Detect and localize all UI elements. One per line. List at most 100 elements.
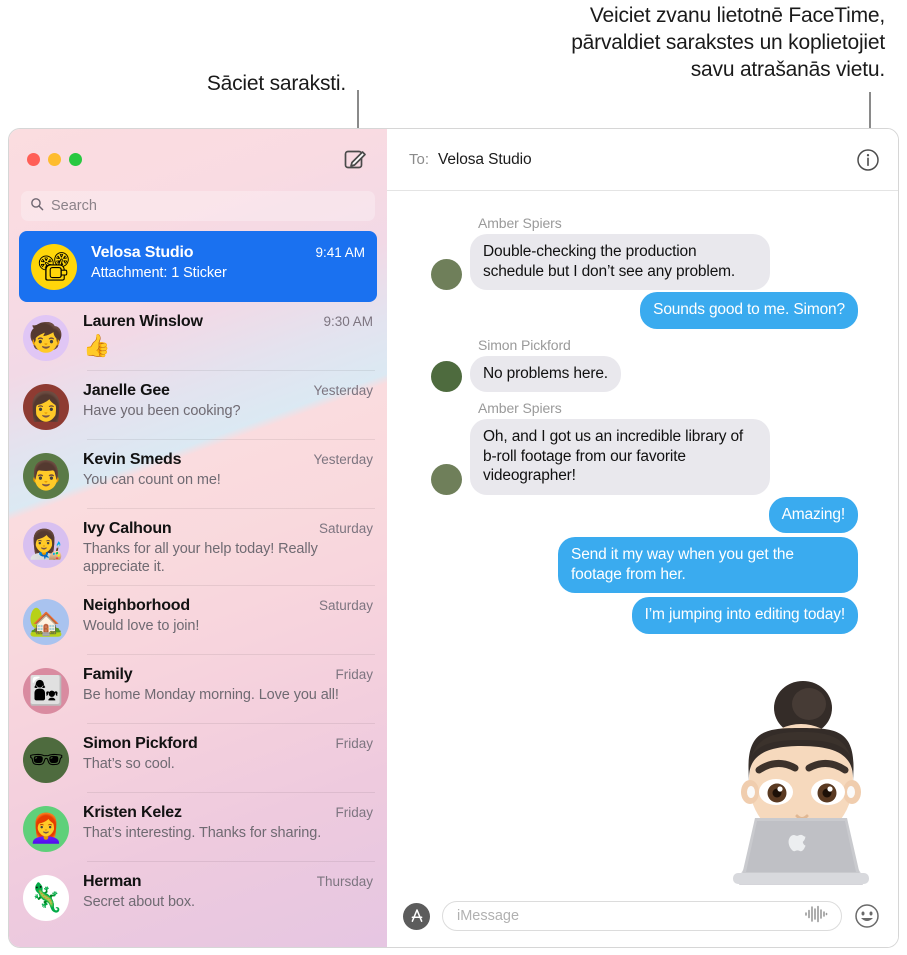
conversation-list-item[interactable]: 🕶 Simon Pickford Friday That’s so cool. [9, 724, 387, 793]
conversation-timestamp: 9:41 AM [315, 245, 365, 260]
incoming-message-group: Simon Pickford No problems here. [403, 336, 876, 392]
avatar: 👨 [23, 453, 69, 499]
conversation-item-body: Simon Pickford Friday That’s so cool. [83, 734, 373, 773]
avatar: 👩‍🎨 [23, 522, 69, 568]
conversation-name: Ivy Calhoun [83, 520, 172, 537]
close-button[interactable] [27, 153, 40, 166]
conversation-preview: Be home Monday morning. Love you all! [83, 687, 339, 703]
search-placeholder: Search [51, 198, 97, 214]
conversation-list-item[interactable]: 🏡 Neighborhood Saturday Would love to join! [9, 586, 387, 655]
conversation-timestamp: Thursday [316, 874, 373, 889]
conversation-list[interactable]: 📽 Velosa Studio 9:41 AM Attachment: 1 Stick… [9, 231, 387, 931]
conversation-timestamp: Friday [335, 667, 373, 682]
conversation-preview: That’s interesting. Thanks for sharing. [83, 825, 322, 841]
to-label: To: [409, 151, 430, 168]
zoom-button[interactable] [69, 153, 82, 166]
conversation-item-body: Velosa Studio 9:41 AM Attachment: 1 Sticke… [91, 243, 365, 282]
conversation-timestamp: Friday [335, 736, 373, 751]
message-bubble-incoming[interactable]: Double-checking the production schedule … [470, 234, 770, 290]
conversation-pane: To: Velosa Studio Amber Spiers Double-che… [387, 129, 898, 947]
conversation-timestamp: Saturday [318, 598, 373, 613]
message-thread: Amber Spiers Double-checking the producti… [387, 191, 898, 885]
conversation-item-body: Neighborhood Saturday Would love to join! [83, 596, 373, 635]
message-avatar [431, 259, 462, 290]
info-circle-icon[interactable] [856, 148, 880, 172]
conversation-header: To: Velosa Studio [387, 129, 898, 191]
conversation-name: Kevin Smeds [83, 451, 182, 468]
conversation-list-item[interactable]: 👩‍🦰 Kristen Kelez Friday That’s interesting… [9, 793, 387, 862]
conversation-item-body: Family Friday Be home Monday morning. Love… [83, 665, 373, 704]
sidebar-toolbar [9, 129, 387, 191]
compose-icon[interactable] [343, 147, 367, 171]
outgoing-message-row: Send it my way when you get the footage … [403, 537, 876, 593]
conversation-preview: Would love to join! [83, 618, 200, 634]
avatar: 👩 [23, 384, 69, 430]
conversation-item-body: Lauren Winslow 9:30 AM 👍 [83, 312, 373, 359]
conversation-name: Kristen Kelez [83, 804, 182, 821]
conversation-preview: That’s so cool. [83, 756, 175, 772]
conversations-sidebar: Search 📽 Velosa Studio 9:41 AM Attachment: … [9, 129, 387, 947]
conversation-name: Family [83, 666, 133, 683]
window-traffic-lights [27, 153, 82, 166]
outgoing-message-row: Amazing! [403, 496, 876, 533]
conversation-name: Simon Pickford [83, 735, 198, 752]
message-bubble-incoming[interactable]: No problems here. [470, 355, 621, 392]
conversation-timestamp: Friday [335, 805, 373, 820]
callout-text-left: Sāciet saraksti. [206, 72, 346, 95]
avatar: 🧒 [23, 315, 69, 361]
conversation-timestamp: Yesterday [313, 452, 373, 467]
conversation-preview: Secret about box. [83, 894, 195, 910]
incoming-message-group: Amber Spiers Double-checking the producti… [403, 215, 876, 290]
message-sender-name: Amber Spiers [478, 215, 562, 231]
recipient-name[interactable]: Velosa Studio [438, 151, 856, 169]
conversation-timestamp: Saturday [318, 521, 373, 536]
message-bubble-outgoing[interactable]: Sounds good to me. Simon? [640, 292, 858, 329]
conversation-preview: Thanks for all your help today! Really a… [83, 541, 318, 575]
audio-waveform-icon[interactable] [803, 904, 829, 929]
avatar: 📽 [31, 244, 77, 290]
conversation-list-item[interactable]: 🦎 Herman Thursday Secret about box. [9, 862, 387, 931]
avatar: 👩‍🦰 [23, 806, 69, 852]
smiley-face-icon[interactable] [854, 903, 880, 929]
avatar: 🦎 [23, 875, 69, 921]
conversation-name: Lauren Winslow [83, 313, 203, 330]
message-bubble-outgoing[interactable]: Amazing! [768, 496, 858, 533]
conversation-timestamp: 9:30 AM [323, 314, 373, 329]
message-bubble-outgoing[interactable]: Send it my way when you get the footage … [558, 537, 858, 593]
search-input[interactable]: Search [21, 191, 375, 221]
outgoing-message-row: I’m jumping into editing today! [403, 597, 876, 634]
message-bubble-outgoing[interactable]: I’m jumping into editing today! [631, 597, 858, 634]
message-avatar [431, 361, 462, 392]
conversation-item-body: Herman Thursday Secret about box. [83, 872, 373, 911]
message-sender-name: Simon Pickford [478, 336, 571, 353]
imessage-input[interactable]: iMessage [442, 901, 842, 931]
outgoing-message-row: Sounds good to me. Simon? [403, 292, 876, 329]
conversation-item-body: Ivy Calhoun Saturday Thanks for all your h… [83, 519, 373, 576]
conversation-list-item[interactable]: 👩‍👧 Family Friday Be home Monday morning. L… [9, 655, 387, 724]
conversation-preview: You can count on me! [83, 472, 221, 488]
conversation-timestamp: Yesterday [313, 383, 373, 398]
conversation-name: Janelle Gee [83, 382, 170, 399]
conversation-name: Herman [83, 873, 142, 890]
avatar: 🏡 [23, 599, 69, 645]
minimize-button[interactable] [48, 153, 61, 166]
memoji-laptop-sticker [719, 670, 884, 885]
imessage-placeholder: iMessage [457, 908, 520, 924]
conversation-list-item[interactable]: 🧒 Lauren Winslow 9:30 AM 👍 [9, 302, 387, 371]
conversation-list-item[interactable]: 👩 Janelle Gee Yesterday Have you been cooki… [9, 371, 387, 440]
conversation-list-item[interactable]: 👩‍🎨 Ivy Calhoun Saturday Thanks for all you… [9, 509, 387, 586]
app-store-icon[interactable] [403, 902, 430, 930]
conversation-preview: Attachment: 1 Sticker [91, 265, 227, 281]
conversation-item-body: Kristen Kelez Friday That’s interesting. T… [83, 803, 373, 842]
conversation-item-body: Kevin Smeds Yesterday You can count on me! [83, 450, 373, 489]
conversation-list-item[interactable]: 📽 Velosa Studio 9:41 AM Attachment: 1 Stick… [19, 231, 377, 302]
incoming-message-group: Amber Spiers Oh, and I got us an incredib… [403, 400, 876, 495]
conversation-list-item[interactable]: 👨 Kevin Smeds Yesterday You can count on me… [9, 440, 387, 509]
message-bubble-incoming[interactable]: Oh, and I got us an incredible library o… [470, 419, 770, 495]
conversation-name: Neighborhood [83, 597, 190, 614]
conversation-item-body: Janelle Gee Yesterday Have you been cookin… [83, 381, 373, 420]
message-composer: iMessage [387, 885, 898, 947]
conversation-name: Velosa Studio [91, 244, 194, 261]
search-container: Search [9, 191, 387, 221]
search-icon [30, 197, 44, 216]
